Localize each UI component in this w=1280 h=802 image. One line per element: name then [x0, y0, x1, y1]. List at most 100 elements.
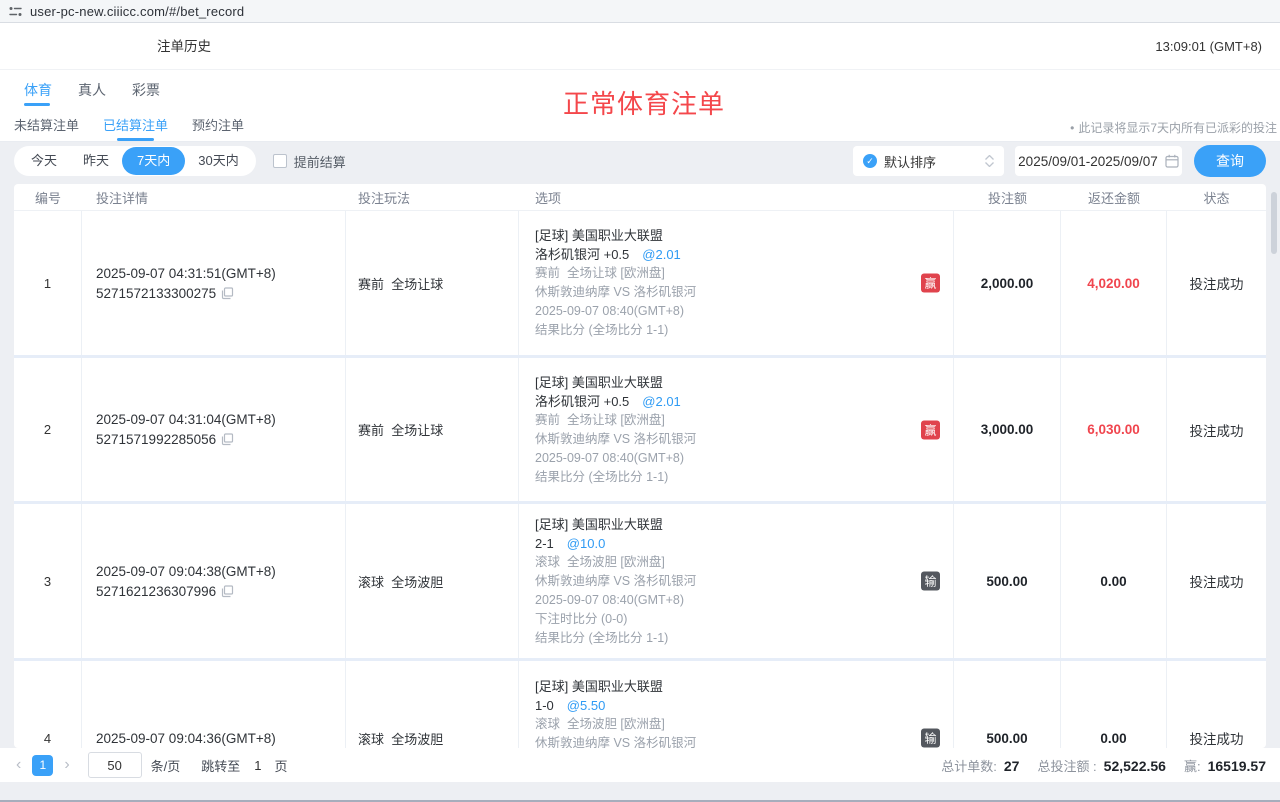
refund-cell: 0.00 [1061, 661, 1167, 748]
option-detail-lines: 滚球 全场波胆 [欧洲盘]休斯敦迪纳摩 VS 洛杉矶银河 [535, 715, 913, 748]
total-win-value: 16519.57 [1208, 758, 1266, 774]
range-30days-button[interactable]: 30天内 [185, 146, 251, 176]
tab-sports[interactable]: 体育 [24, 80, 52, 106]
table-row: 1 2025-09-07 04:31:51(GMT+8) 52715721333… [14, 211, 1266, 358]
footer-bar: ‹ 1 › 条/页 跳转至 1 页 总计单数: 27 总投注额 : 52,522… [0, 748, 1280, 782]
refund-cell: 0.00 [1061, 504, 1167, 658]
range-7days-button[interactable]: 7天内 [122, 147, 185, 175]
result-badge: 输 [921, 572, 940, 591]
option-line: 结果比分 (全场比分 1-1) [535, 468, 913, 487]
early-settle-checkbox-wrap[interactable]: 提前结算 [273, 152, 346, 171]
row-number: 4 [14, 661, 82, 748]
page-size-input[interactable] [88, 752, 142, 778]
stake-amount: 500.00 [954, 504, 1061, 658]
option-odds: @2.01 [642, 247, 681, 262]
col-header-amount: 投注额 [954, 188, 1061, 207]
row-number: 2 [14, 358, 82, 501]
search-button[interactable]: 查询 [1194, 145, 1266, 177]
option-league: [足球] 美国职业大联盟 [535, 677, 913, 696]
bet-id: 5271572133300275 [96, 286, 216, 301]
tab-lottery[interactable]: 彩票 [132, 80, 160, 106]
play-type-cell: 滚球 全场波胆 [346, 661, 519, 748]
bet-detail-cell: 2025-09-07 04:31:04(GMT+8) 5271571992285… [82, 358, 346, 501]
tab-live[interactable]: 真人 [78, 80, 106, 106]
bet-time: 2025-09-07 09:04:36(GMT+8) [96, 731, 345, 746]
date-range-input[interactable]: 2025/09/01-2025/09/07 [1015, 146, 1182, 176]
option-pick: 1-0 [535, 698, 554, 713]
vertical-scrollbar[interactable] [1271, 192, 1277, 254]
notice-bullet: • [1070, 121, 1074, 135]
option-detail-lines: 赛前 全场让球 [欧洲盘]休斯敦迪纳摩 VS 洛杉矶银河2025-09-07 0… [535, 411, 913, 487]
option-line: 赛前 全场让球 [欧洲盘] [535, 264, 913, 283]
next-page-button[interactable]: › [62, 755, 71, 775]
col-header-refund: 返还金额 [1061, 188, 1167, 207]
prev-page-button[interactable]: ‹ [14, 755, 23, 775]
row-number: 1 [14, 211, 82, 355]
copy-icon[interactable] [221, 287, 234, 300]
total-count-group: 总计单数: 27 [941, 756, 1019, 775]
table-header-row: 编号 投注详情 投注玩法 选项 投注额 返还金额 状态 [14, 184, 1266, 211]
refund-value: 4,020.00 [1087, 276, 1140, 291]
date-range-value: 2025/09/01-2025/09/07 [1018, 154, 1158, 169]
copy-icon[interactable] [221, 585, 234, 598]
page-unit-label: 页 [275, 756, 288, 775]
total-win-label: 赢: [1184, 756, 1201, 775]
check-circle-icon: ✓ [863, 154, 877, 168]
refund-value: 6,030.00 [1087, 422, 1140, 437]
annotation-text: 正常体育注单 [563, 84, 725, 121]
page-1-button[interactable]: 1 [32, 755, 53, 776]
range-today-button[interactable]: 今天 [18, 146, 70, 176]
filter-row: 今天 昨天 7天内 30天内 提前结算 ✓ 默认排序 2025/09/01-20… [14, 146, 1266, 176]
stake-amount: 2,000.00 [954, 211, 1061, 355]
total-stake-value: 52,522.56 [1104, 758, 1166, 774]
record-notice: •此记录将显示7天内所有已派彩的投注 [1070, 119, 1277, 136]
date-range-group: 今天 昨天 7天内 30天内 [14, 146, 256, 176]
total-count-value: 27 [1004, 758, 1020, 774]
option-detail-lines: 赛前 全场让球 [欧洲盘]休斯敦迪纳摩 VS 洛杉矶银河2025-09-07 0… [535, 264, 913, 340]
option-pick: 洛杉矶银河 +0.5 [535, 394, 629, 409]
sort-select[interactable]: ✓ 默认排序 [853, 146, 1004, 176]
option-league: [足球] 美国职业大联盟 [535, 515, 913, 534]
col-header-status: 状态 [1167, 188, 1266, 207]
total-stake-group: 总投注额 : 52,522.56 [1037, 756, 1166, 775]
tabs-area: 体育 真人 彩票 未结算注单 已结算注单 预约注单 正常体育注单 •此记录将显示… [0, 70, 1280, 142]
copy-icon[interactable] [221, 433, 234, 446]
option-detail-lines: 滚球 全场波胆 [欧洲盘]休斯敦迪纳摩 VS 洛杉矶银河2025-09-07 0… [535, 553, 913, 648]
subtab-reserved[interactable]: 预约注单 [192, 115, 244, 141]
bet-detail-cell: 2025-09-07 09:04:38(GMT+8) 5271621236307… [82, 504, 346, 658]
jump-page-value[interactable]: 1 [254, 758, 261, 773]
subtab-unsettled[interactable]: 未结算注单 [14, 115, 79, 141]
url-text[interactable]: user-pc-new.ciiicc.com/#/bet_record [30, 4, 244, 19]
play-type-cell: 赛前 全场让球 [346, 211, 519, 355]
bet-status: 投注成功 [1167, 504, 1266, 658]
stake-amount: 3,000.00 [954, 358, 1061, 501]
option-pick-line: 2-1@10.0 [535, 534, 913, 553]
bet-time: 2025-09-07 04:31:51(GMT+8) [96, 266, 345, 281]
play-type-cell: 赛前 全场让球 [346, 358, 519, 501]
early-settle-checkbox[interactable] [273, 154, 287, 168]
refund-value: 0.00 [1100, 731, 1126, 746]
refund-value: 0.00 [1100, 574, 1126, 589]
option-league: [足球] 美国职业大联盟 [535, 226, 913, 245]
per-page-label: 条/页 [151, 756, 181, 775]
bet-table: 编号 投注详情 投注玩法 选项 投注额 返还金额 状态 1 2025-09-07… [14, 184, 1266, 748]
sort-select-value: 默认排序 [884, 152, 936, 171]
result-badge: 赢 [921, 274, 940, 293]
stake-amount: 500.00 [954, 661, 1061, 748]
main-area: 今天 昨天 7天内 30天内 提前结算 ✓ 默认排序 2025/09/01-20… [0, 142, 1280, 802]
table-body: 1 2025-09-07 04:31:51(GMT+8) 52715721333… [14, 211, 1266, 748]
bet-id-row: 5271621236307996 [96, 584, 345, 599]
option-pick: 洛杉矶银河 +0.5 [535, 247, 629, 262]
option-cell: [足球] 美国职业大联盟 洛杉矶银河 +0.5 @2.01 赛前 全场让球 [欧洲… [519, 211, 954, 355]
refund-cell: 4,020.00 [1061, 211, 1167, 355]
option-cell: [足球] 美国职业大联盟 2-1@10.0 滚球 全场波胆 [欧洲盘]休斯敦迪纳… [519, 504, 954, 658]
option-line: 结果比分 (全场比分 1-1) [535, 321, 913, 340]
col-header-detail: 投注详情 [82, 188, 346, 207]
subtab-settled[interactable]: 已结算注单 [103, 115, 168, 141]
browser-url-bar[interactable]: user-pc-new.ciiicc.com/#/bet_record [0, 0, 1280, 23]
clock: 13:09:01 (GMT+8) [1155, 23, 1262, 70]
range-yesterday-button[interactable]: 昨天 [70, 146, 122, 176]
option-pick-line: 1-0@5.50 [535, 696, 913, 715]
table-row: 3 2025-09-07 09:04:38(GMT+8) 52716212363… [14, 504, 1266, 661]
option-line: 休斯敦迪纳摩 VS 洛杉矶银河 [535, 734, 913, 748]
